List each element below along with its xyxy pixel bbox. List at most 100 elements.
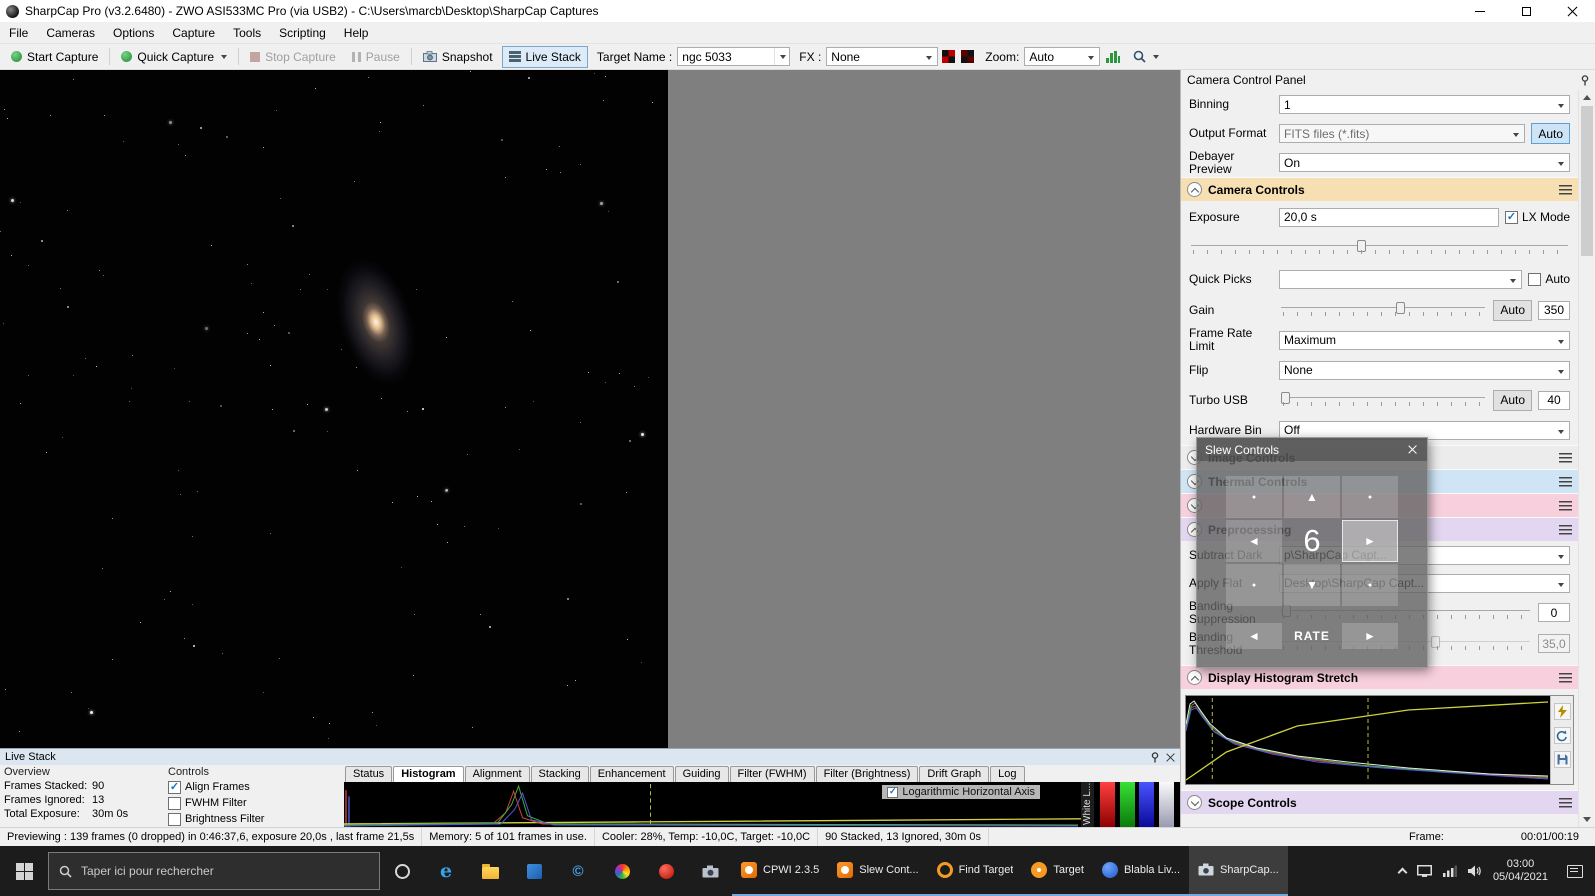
- turbo-usb-auto-button[interactable]: Auto: [1493, 389, 1532, 411]
- slew-down-left-button[interactable]: ●: [1226, 564, 1282, 606]
- menu-capture[interactable]: Capture: [163, 23, 224, 43]
- target-name-dropdown-button[interactable]: [774, 48, 789, 65]
- red-app-icon[interactable]: [644, 846, 688, 896]
- menu-icon[interactable]: [1559, 452, 1572, 463]
- display-histogram-section-header[interactable]: Display Histogram Stretch: [1181, 665, 1578, 689]
- menu-file[interactable]: File: [0, 23, 37, 43]
- slew-up-right-button[interactable]: ●: [1342, 476, 1398, 518]
- taskbar-app-slew-controls[interactable]: Slew Cont...: [828, 846, 928, 896]
- slew-right-button[interactable]: ►: [1342, 520, 1398, 562]
- camera-controls-section-header[interactable]: Camera Controls: [1181, 177, 1578, 201]
- fwhm-filter-checkbox[interactable]: FWHM Filter: [168, 795, 340, 811]
- capture-preview[interactable]: [0, 70, 668, 748]
- file-explorer-icon[interactable]: [468, 846, 512, 896]
- auto-stretch-button[interactable]: [1553, 703, 1571, 720]
- menu-help[interactable]: Help: [335, 23, 378, 43]
- lx-mode-checkbox[interactable]: LX Mode: [1504, 210, 1570, 224]
- slew-down-right-button[interactable]: ●: [1342, 564, 1398, 606]
- slew-up-button[interactable]: ▲: [1284, 476, 1340, 518]
- binning-dropdown[interactable]: 1: [1279, 95, 1570, 114]
- paint-app-icon[interactable]: [600, 846, 644, 896]
- exposure-input[interactable]: 20,0 s: [1279, 207, 1499, 227]
- blue-level-bar[interactable]: [1139, 782, 1155, 827]
- photos-app-icon[interactable]: [512, 846, 556, 896]
- slew-up-left-button[interactable]: ●: [1226, 476, 1282, 518]
- close-icon[interactable]: [1166, 753, 1175, 762]
- flip-dropdown[interactable]: None: [1279, 360, 1570, 380]
- menu-options[interactable]: Options: [104, 23, 163, 43]
- tab-alignment[interactable]: Alignment: [464, 766, 530, 782]
- output-format-auto-button[interactable]: Auto: [1531, 123, 1570, 144]
- taskbar-app-target[interactable]: Target: [1022, 846, 1093, 896]
- stop-capture-button[interactable]: Stop Capture: [243, 46, 343, 68]
- menu-icon[interactable]: [1559, 797, 1572, 808]
- taskbar-clock[interactable]: 03:00 05/04/2021: [1493, 858, 1548, 884]
- debayer-dropdown[interactable]: On: [1279, 153, 1570, 172]
- slider-thumb[interactable]: [1356, 240, 1366, 252]
- tab-log[interactable]: Log: [990, 766, 1025, 782]
- collapse-icon[interactable]: [1187, 182, 1202, 197]
- cpwi-setup-icon[interactable]: ©: [556, 846, 600, 896]
- collapse-icon[interactable]: [1187, 670, 1202, 685]
- camera-app-icon[interactable]: [688, 846, 732, 896]
- scroll-up-icon[interactable]: [1583, 95, 1591, 100]
- target-name-input[interactable]: ngc 5033: [678, 50, 774, 64]
- pin-icon[interactable]: [1580, 74, 1590, 86]
- slew-left-button[interactable]: ◄: [1226, 520, 1282, 562]
- slew-close-button[interactable]: [1402, 441, 1422, 458]
- turbo-usb-slider[interactable]: [1279, 390, 1487, 410]
- rate-down-button[interactable]: ◄: [1226, 623, 1282, 649]
- menu-tools[interactable]: Tools: [224, 23, 270, 43]
- action-center-button[interactable]: [1559, 864, 1591, 878]
- white-level-bar[interactable]: [1158, 782, 1174, 827]
- tab-guiding[interactable]: Guiding: [674, 766, 729, 782]
- close-button[interactable]: [1549, 0, 1595, 22]
- menu-icon[interactable]: [1559, 500, 1572, 511]
- tab-drift-graph[interactable]: Drift Graph: [919, 766, 990, 782]
- snapshot-button[interactable]: Snapshot: [416, 46, 500, 68]
- menu-icon[interactable]: [1559, 184, 1572, 195]
- menu-scripting[interactable]: Scripting: [270, 23, 335, 43]
- align-frames-checkbox[interactable]: Align Frames: [168, 779, 340, 795]
- save-stretch-button[interactable]: [1553, 751, 1571, 768]
- maximize-button[interactable]: [1503, 0, 1549, 22]
- panel-scrollbar[interactable]: [1578, 90, 1595, 827]
- scope-controls-section-header[interactable]: Scope Controls: [1181, 790, 1578, 814]
- gain-auto-button[interactable]: Auto: [1493, 299, 1532, 321]
- live-stack-button[interactable]: Live Stack: [501, 45, 588, 68]
- reticle-overlay-icon[interactable]: [942, 50, 956, 63]
- scrollbar-thumb[interactable]: [1581, 106, 1593, 256]
- gain-value-box[interactable]: 350: [1538, 300, 1570, 320]
- minimize-button[interactable]: [1457, 0, 1503, 22]
- menu-icon[interactable]: [1559, 672, 1572, 683]
- display-histogram[interactable]: [1186, 696, 1550, 784]
- menu-icon[interactable]: [1559, 476, 1572, 487]
- frame-rate-dropdown[interactable]: Maximum: [1279, 330, 1570, 350]
- slider-thumb[interactable]: [1281, 392, 1291, 404]
- network-tray-icon[interactable]: [1442, 865, 1457, 877]
- fx-dropdown[interactable]: None: [826, 47, 939, 66]
- reset-stretch-button[interactable]: [1553, 727, 1571, 744]
- output-format-dropdown[interactable]: FITS files (*.fits): [1279, 124, 1526, 143]
- slider-thumb[interactable]: [1430, 635, 1440, 648]
- taskbar-app-sharpcap[interactable]: SharpCap...: [1189, 846, 1288, 896]
- log-axis-checkbox[interactable]: Logarithmic Horizontal Axis: [882, 785, 1040, 799]
- exposure-slider[interactable]: [1189, 238, 1570, 258]
- exposure-auto-checkbox[interactable]: Auto: [1528, 272, 1570, 286]
- start-button[interactable]: [0, 846, 48, 896]
- slew-down-button[interactable]: ▼: [1284, 564, 1340, 606]
- taskbar-search[interactable]: Taper ici pour rechercher: [48, 852, 380, 890]
- hidden-icons-button[interactable]: [1397, 867, 1408, 878]
- rate-up-button[interactable]: ►: [1342, 623, 1398, 649]
- red-level-bar[interactable]: [1100, 782, 1115, 827]
- edge-icon[interactable]: e: [424, 846, 468, 896]
- taskbar-app-blabla-live[interactable]: Blabla Liv...: [1092, 846, 1190, 896]
- taskbar-app-find-target[interactable]: Find Target: [927, 846, 1023, 896]
- turbo-usb-value-box[interactable]: 40: [1538, 390, 1570, 410]
- histogram-icon[interactable]: [1106, 50, 1121, 63]
- pause-button[interactable]: Pause: [345, 46, 407, 68]
- menu-cameras[interactable]: Cameras: [37, 23, 104, 43]
- gain-slider[interactable]: [1279, 300, 1487, 320]
- zoom-dropdown[interactable]: Auto: [1024, 47, 1101, 66]
- grid-overlay-icon[interactable]: [961, 50, 975, 63]
